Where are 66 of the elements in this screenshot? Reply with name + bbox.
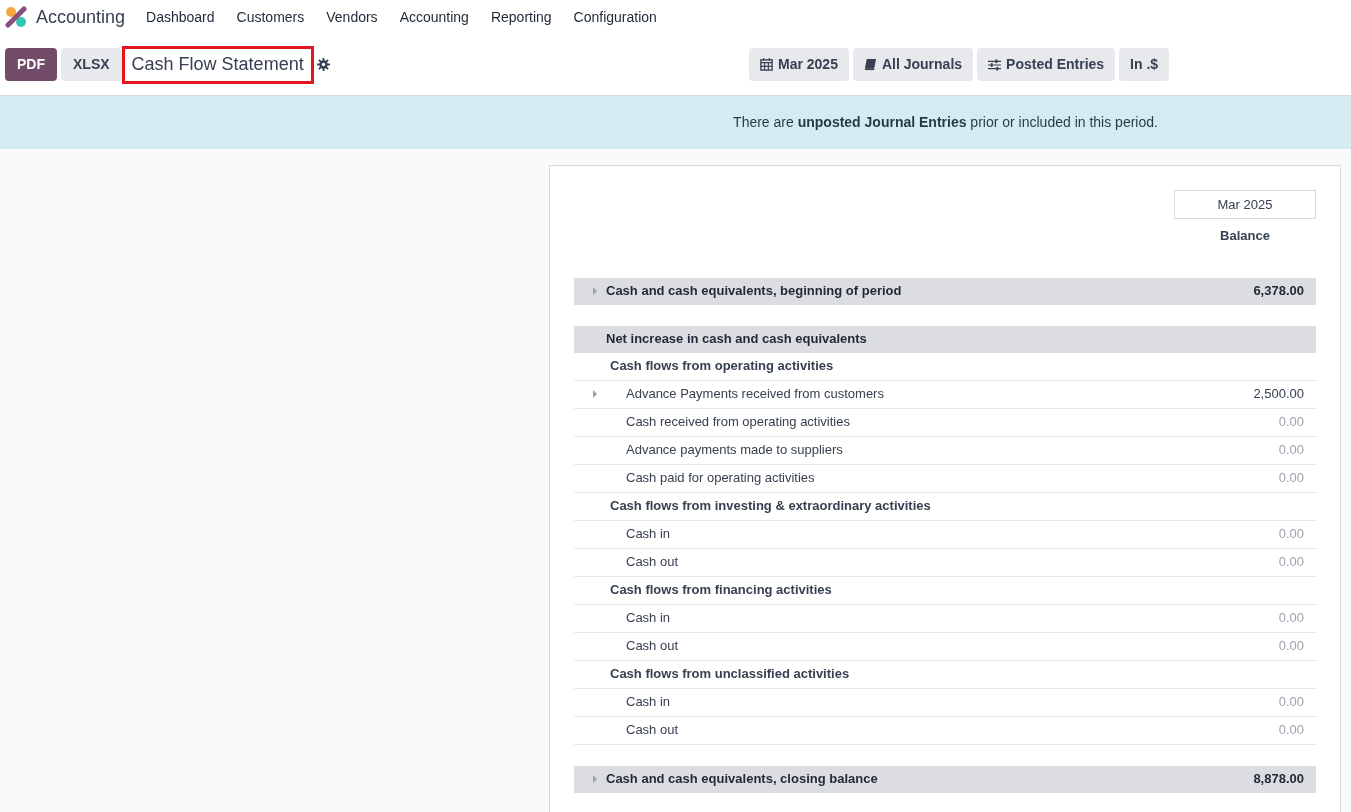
line-row[interactable]: Cash in 0.00 (574, 604, 1316, 633)
row-label: Cash out (626, 553, 680, 572)
caret-icon[interactable] (592, 775, 598, 783)
caret-icon[interactable] (592, 390, 598, 398)
total-row[interactable]: Cash and cash equivalents, closing balance 8,878.00 (574, 765, 1316, 793)
menu-item[interactable]: Dashboard (135, 6, 226, 28)
row-label: Cash out (626, 637, 680, 656)
row-value: 6,378.00 (1253, 282, 1304, 301)
line-row[interactable]: Cash in 0.00 (574, 688, 1316, 717)
total-row[interactable]: Cash and cash equivalents, beginning of period 6,378.00 (574, 277, 1316, 305)
filter-button[interactable]: Mar 2025 (749, 48, 849, 81)
row-value: 0.00 (1278, 553, 1304, 572)
column-header: Balance (1220, 227, 1270, 245)
export-button[interactable]: PDF (5, 48, 57, 81)
row-value: 0.00 (1278, 525, 1304, 544)
line-row[interactable]: Advance Payments received from customers 2,500.00 (574, 380, 1316, 409)
menu-item[interactable]: Reporting (479, 6, 563, 28)
line-row[interactable]: Cash out 0.00 (574, 632, 1316, 661)
line-row[interactable]: Advance payments made to suppliers 0.00 (574, 436, 1316, 465)
row-value: 8,878.00 (1253, 770, 1304, 789)
filter-button[interactable]: Posted Entries (977, 48, 1116, 81)
group-row: Cash flows from unclassified activities (574, 660, 1316, 689)
group-row: Cash flows from operating activities (574, 352, 1316, 381)
app-name[interactable]: Accounting (36, 3, 126, 31)
line-row[interactable]: Cash out 0.00 (574, 548, 1316, 577)
group-row: Cash flows from investing & extraordinary activities (574, 492, 1316, 521)
menu-item[interactable]: Accounting (388, 6, 480, 28)
row-label: Cash in (626, 525, 672, 544)
row-value: 0.00 (1278, 441, 1304, 460)
export-button[interactable]: XLSX (61, 48, 122, 81)
row-label: Cash paid for operating activities (626, 469, 816, 488)
row-label: Cash in (626, 693, 672, 712)
line-row[interactable]: Cash out 0.00 (574, 716, 1316, 745)
filter-button[interactable]: All Journals (852, 48, 974, 81)
row-label: Cash and cash equivalents, closing balance (606, 770, 879, 789)
book-icon (863, 58, 877, 71)
line-row[interactable]: Cash paid for operating activities 0.00 (574, 464, 1316, 493)
menu-item[interactable]: Configuration (562, 6, 668, 28)
row-value: 0.00 (1278, 637, 1304, 656)
filter-button[interactable]: In .$ (1119, 48, 1170, 81)
row-value: 0.00 (1278, 721, 1304, 740)
settings-icon[interactable] (316, 58, 330, 71)
section-header: Net increase in cash and cash equivalents (574, 325, 1316, 353)
calendar-icon (760, 58, 773, 71)
report-title: Cash Flow Statement (121, 45, 314, 84)
row-value: 2,500.00 (1253, 385, 1304, 404)
row-label: Cash out (626, 721, 680, 740)
row-value: 0.00 (1278, 693, 1304, 712)
sliders-icon (988, 58, 1002, 71)
group-row: Cash flows from financing activities (574, 576, 1316, 605)
line-row[interactable]: Cash received from operating activities 0.00 (574, 408, 1316, 437)
row-label: Cash and cash equivalents, beginning of period (606, 282, 903, 301)
menu-item[interactable]: Customers (225, 6, 316, 28)
row-value: 0.00 (1278, 413, 1304, 432)
line-row[interactable]: Cash in 0.00 (574, 520, 1316, 549)
menu-item[interactable]: Vendors (315, 6, 389, 28)
row-label: Advance payments made to suppliers (626, 441, 844, 460)
row-label: Advance Payments received from customers (626, 385, 885, 404)
app-logo[interactable] (5, 6, 27, 28)
period-header: Mar 2025 (1174, 190, 1316, 219)
row-value: 0.00 (1278, 469, 1304, 488)
row-label: Cash received from operating activities (626, 413, 851, 432)
alert-text: There are unposted Journal Entries prior or included in this period. (733, 113, 1158, 132)
row-label: Cash in (626, 609, 672, 628)
row-value: 0.00 (1278, 609, 1304, 628)
caret-icon[interactable] (592, 287, 598, 295)
